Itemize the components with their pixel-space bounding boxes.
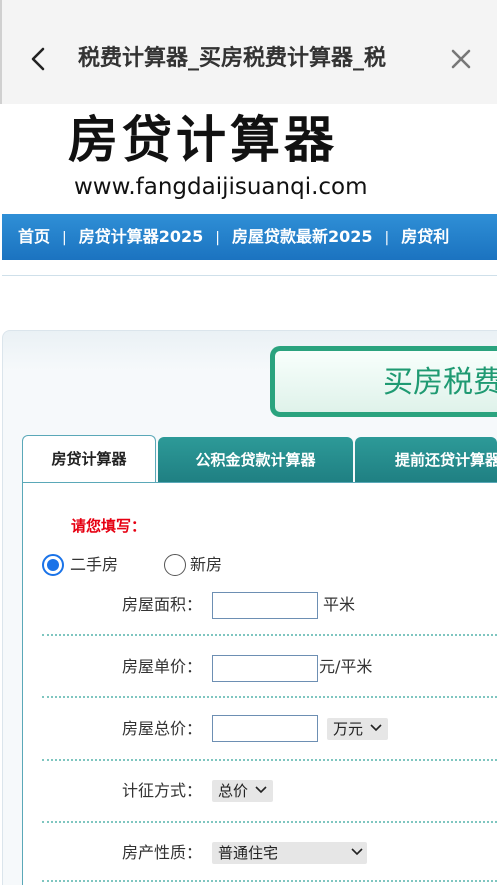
tab-provident-fund-calculator[interactable]: 公积金贷款计算器 — [158, 437, 353, 483]
nav-item-home[interactable]: 首页 — [18, 214, 50, 260]
tab-prepayment-calculator[interactable]: 提前还贷计算器 — [355, 437, 497, 483]
area-label: 房屋面积： — [122, 595, 203, 614]
chevron-down-icon — [351, 848, 363, 856]
unit-price-input[interactable] — [212, 655, 318, 682]
chevron-left-icon — [31, 47, 45, 71]
nav-separator: | — [384, 230, 390, 246]
main-nav: 首页 | 房贷计算器2025 | 房屋贷款最新2025 | 房贷利 — [2, 214, 497, 260]
back-button[interactable] — [26, 44, 52, 74]
nav-separator: | — [215, 230, 220, 246]
total-price-unit-select[interactable]: 万元 — [327, 718, 388, 740]
site-logo[interactable]: 房贷计算器 — [68, 110, 338, 170]
calculator-banner: 买房税费 — [270, 346, 497, 417]
levy-method-select[interactable]: 总价 — [212, 780, 273, 802]
radio-new-house[interactable] — [164, 554, 186, 576]
row-divider — [42, 759, 497, 761]
app-bar: 税费计算器_买房税费计算器_税 — [0, 0, 497, 104]
unit-price-unit: 元/平米 — [319, 657, 373, 676]
select-value: 万元 — [333, 720, 364, 738]
total-price-label: 房屋总价： — [122, 719, 203, 738]
row-divider — [42, 880, 497, 882]
area-unit: 平米 — [323, 595, 356, 614]
calculator-tabs: 房贷计算器 公积金贷款计算器 提前还贷计算器 — [22, 435, 497, 483]
close-button[interactable] — [446, 44, 476, 74]
row-divider — [42, 821, 497, 823]
unit-price-label: 房屋单价： — [122, 657, 203, 676]
row-divider — [42, 696, 497, 698]
chevron-down-icon — [255, 786, 267, 794]
tab-mortgage-calculator[interactable]: 房贷计算器 — [22, 435, 156, 483]
select-value: 总价 — [218, 782, 249, 800]
row-divider — [42, 634, 497, 636]
radio-label-new-house[interactable]: 新房 — [190, 552, 222, 578]
divider — [2, 275, 497, 276]
nav-separator: | — [62, 230, 67, 246]
radio-label-second-hand[interactable]: 二手房 — [70, 552, 118, 578]
levy-method-label: 计征方式： — [122, 781, 203, 800]
house-type-radio-group: 二手房 新房 — [42, 552, 342, 578]
tab-panel — [22, 482, 497, 885]
select-value: 普通住宅 — [218, 844, 279, 862]
site-header: 房贷计算器 www.fangdaijisuanqi.com — [2, 104, 497, 214]
nav-item-latest-loans[interactable]: 房屋贷款最新2025 — [232, 214, 373, 260]
banner-title: 买房税费 — [383, 365, 497, 400]
chevron-down-icon — [370, 724, 382, 732]
close-icon — [451, 49, 471, 69]
site-url: www.fangdaijisuanqi.com — [74, 174, 368, 200]
property-nature-select[interactable]: 普通住宅 — [212, 842, 367, 864]
nav-item-mortgage-rate[interactable]: 房贷利 — [401, 214, 449, 260]
nav-item-mortgage-calculator[interactable]: 房贷计算器2025 — [79, 214, 204, 260]
property-nature-label: 房产性质： — [122, 843, 203, 862]
page-title: 税费计算器_买房税费计算器_税 — [78, 46, 387, 71]
total-price-input[interactable] — [212, 715, 318, 742]
form-prompt: 请您填写： — [71, 517, 147, 535]
radio-second-hand[interactable] — [42, 554, 64, 576]
area-input[interactable] — [212, 592, 318, 619]
